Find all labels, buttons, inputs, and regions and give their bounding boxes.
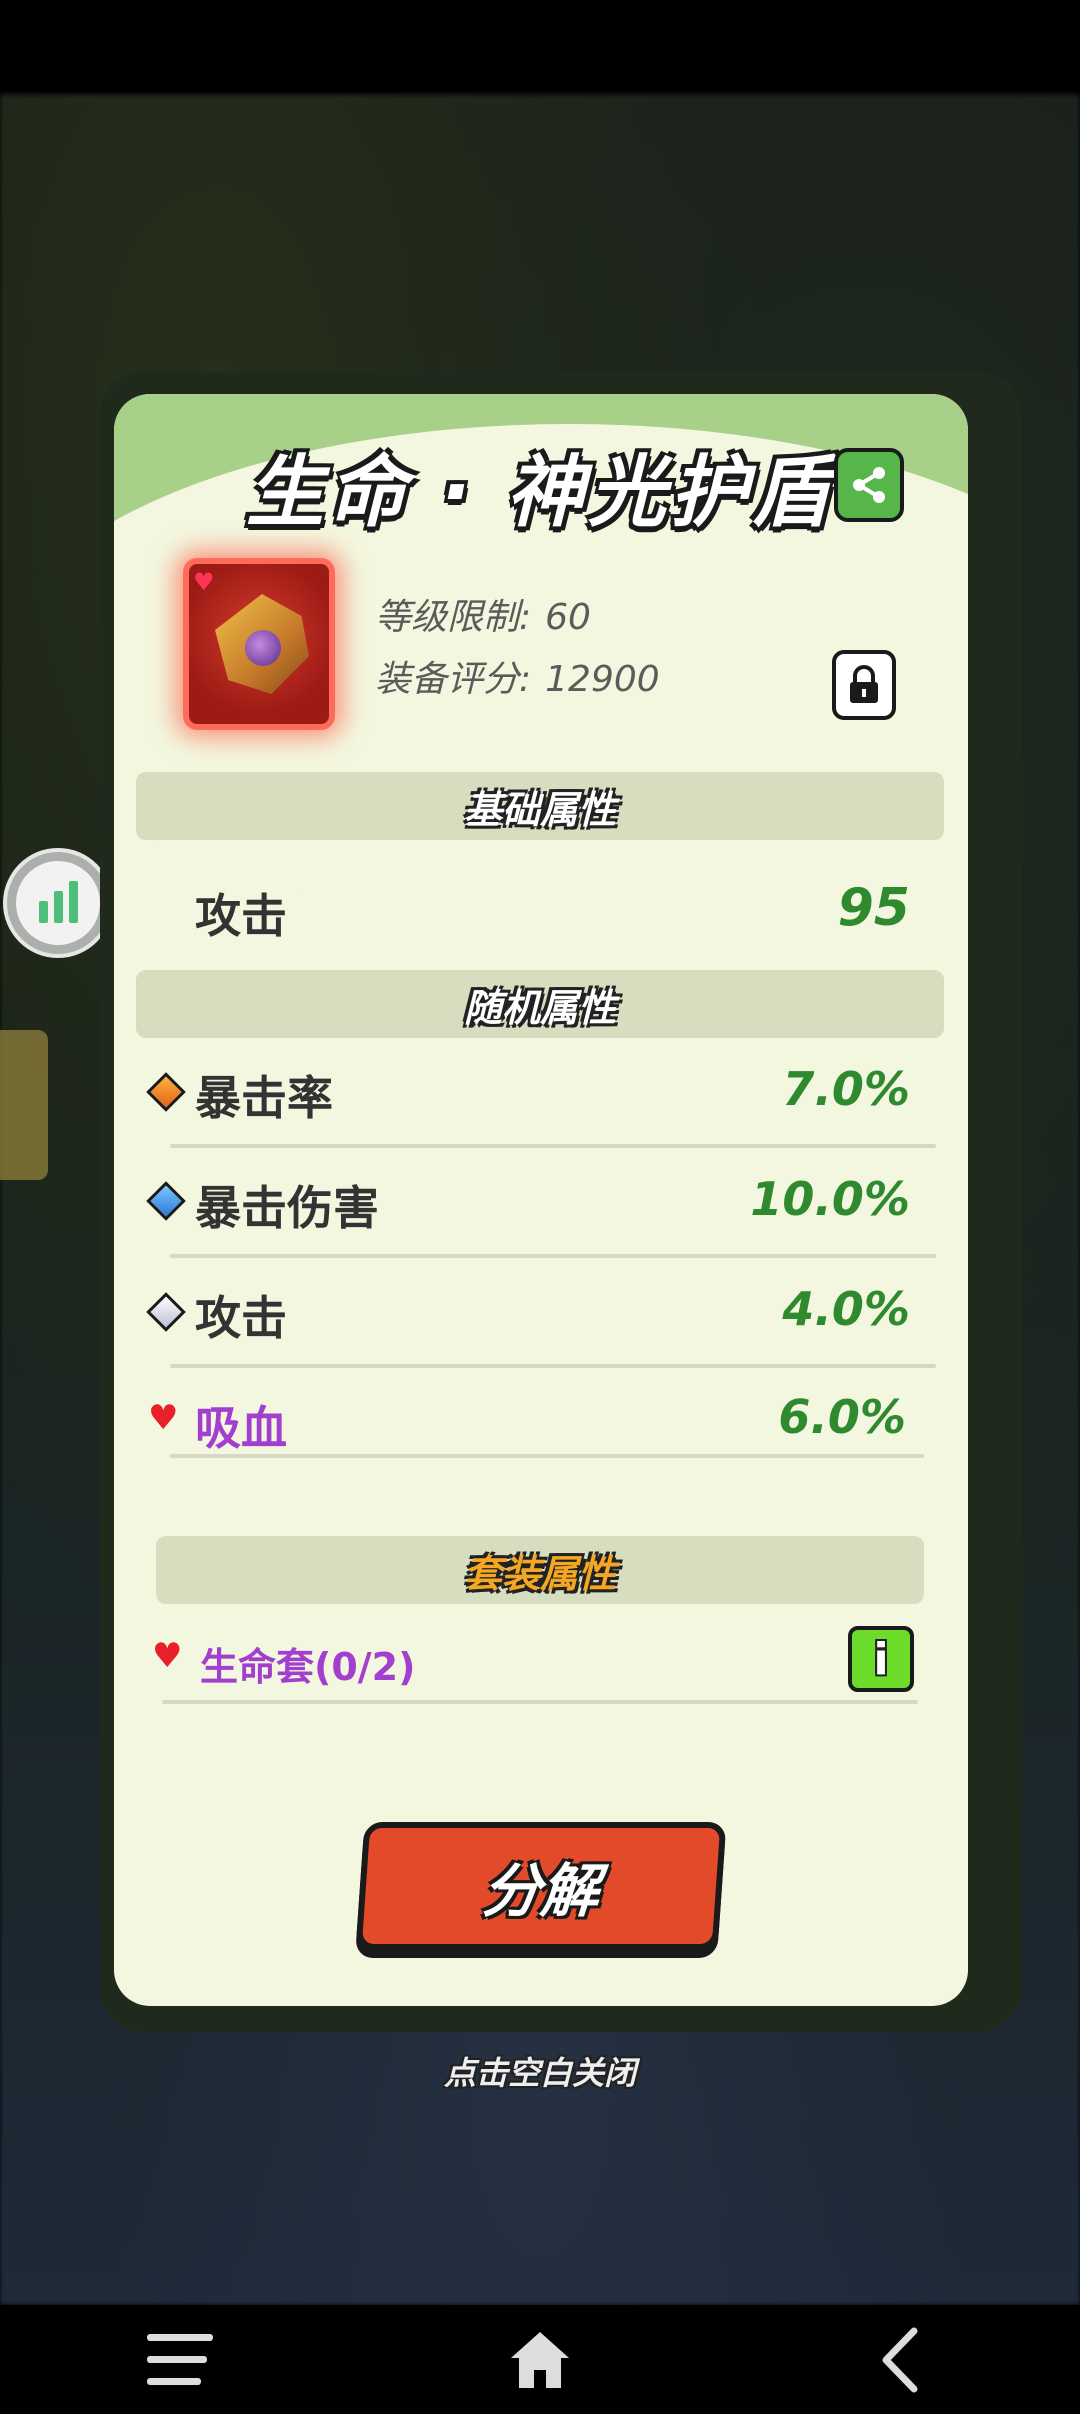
base-attack-value: 95 [837, 878, 910, 938]
item-title: 生命 · 神光护盾 [246, 448, 834, 538]
bar-chart-icon [16, 861, 100, 945]
gem-core [245, 630, 281, 666]
home-nav-button[interactable] [460, 2305, 620, 2414]
set-info-button[interactable]: i [848, 1626, 914, 1692]
heart-badge-icon: ♥ [193, 568, 215, 596]
share-button[interactable] [834, 448, 904, 522]
close-hint[interactable]: 点击空白关闭 [0, 2048, 1080, 2094]
base-attributes-header: 基础属性 [136, 772, 944, 840]
crit-damage-label: 暴击伤害 [195, 1181, 379, 1235]
score-value: 12900 [545, 659, 660, 700]
crit-rate-label: 暴击率 [195, 1071, 333, 1125]
set-heart-icon: ♥ [152, 1636, 183, 1676]
divider [170, 1454, 924, 1458]
share-icon [853, 467, 885, 503]
level-limit: 等级限制: 60 [375, 588, 591, 640]
status-bar [0, 0, 1080, 95]
side-panel-thumb[interactable] [0, 1030, 48, 1180]
decompose-button[interactable]: 分解 [355, 1822, 727, 1950]
divider [170, 1364, 936, 1368]
lock-button[interactable] [832, 650, 896, 720]
back-icon [882, 2327, 918, 2392]
random-attributes-header: 随机属性 [136, 970, 944, 1038]
home-icon [511, 2331, 569, 2388]
menu-nav-button[interactable] [100, 2305, 260, 2414]
lock-icon [850, 665, 878, 703]
score-label: 装备评分: [375, 659, 532, 700]
divider [170, 1144, 936, 1148]
floating-assist-button[interactable] [3, 848, 113, 958]
level-limit-value: 60 [545, 597, 591, 638]
lifesteal-label: 吸血 [195, 1401, 287, 1455]
heart-icon: ♥ [148, 1398, 179, 1438]
level-limit-label: 等级限制: [375, 597, 532, 638]
crit-damage-value: 10.0% [750, 1172, 910, 1226]
base-attack-label: 攻击 [195, 889, 287, 943]
equipment-score: 装备评分: 12900 [375, 650, 660, 702]
lifesteal-value: 6.0% [778, 1390, 906, 1444]
back-nav-button[interactable] [820, 2305, 980, 2414]
divider [162, 1700, 918, 1704]
set-attributes-header: 套装属性 [156, 1536, 924, 1604]
system-nav-bar [0, 2305, 1080, 2414]
equipment-item-icon: ♥ [183, 558, 335, 730]
crit-rate-value: 7.0% [782, 1062, 910, 1116]
attack-percent-label: 攻击 [195, 1291, 287, 1345]
set-name: 生命套(0/2) [200, 1645, 416, 1689]
menu-icon [147, 2333, 213, 2385]
divider [170, 1254, 936, 1258]
attack-percent-value: 4.0% [782, 1282, 910, 1336]
